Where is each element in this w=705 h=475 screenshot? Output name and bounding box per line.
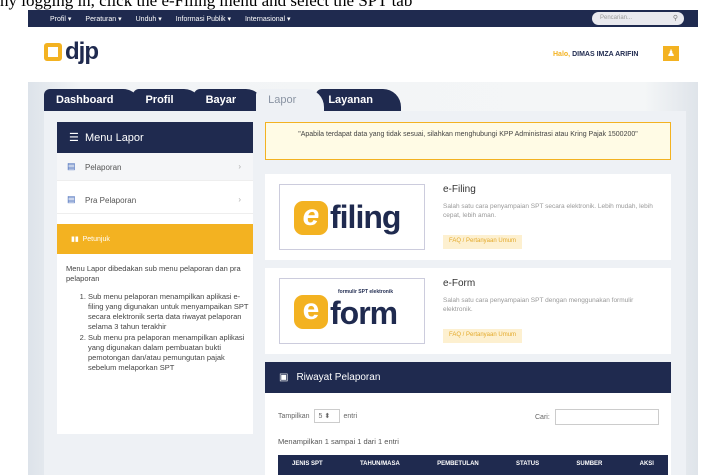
column-header-aksi[interactable]: AKSI [640, 461, 654, 475]
column-header-status[interactable]: STATUS [516, 461, 539, 475]
chevron-right-icon: › [238, 162, 241, 171]
column-header-jenis-spt[interactable]: JENIS SPT [292, 461, 323, 475]
petunjuk-header: ▮▮ Petunjuk [57, 224, 253, 254]
efiling-faq-button[interactable]: FAQ / Pertanyaan Umum [443, 235, 523, 249]
efiling-e-icon: e [294, 201, 328, 235]
eform-logo[interactable]: e formulir SPT elektronik form [279, 278, 425, 344]
sidebar-item-label: Pelaporan [85, 163, 122, 172]
main-tabs: Dashboard Profil Bayar Lapor Layanan [44, 89, 401, 111]
document-icon: ▤ [67, 194, 76, 204]
petunjuk-steps: Sub menu pelaporan menampilkan aplikasi … [80, 292, 250, 374]
petunjuk-intro: Menu Lapor dibedakan sub menu pelaporan … [66, 264, 241, 283]
table-search-label: Cari: [535, 413, 550, 421]
show-label: Tampilkan [278, 412, 310, 420]
tab-profil[interactable]: Profil [133, 89, 202, 111]
chevron-right-icon: › [238, 195, 241, 204]
user-greeting: Halo, DIMAS IMZA ARIFIN [553, 51, 638, 58]
riwayat-header: ▣ Riwayat Pelaporan [265, 362, 671, 393]
caption-text: ny logging in, click the e-Filing menu a… [0, 0, 413, 10]
top-navigation-bar: Profil ▾ Peraturan ▾ Unduh ▾ Informasi P… [28, 10, 698, 27]
table-info: Menampilkan 1 sampai 1 dari 1 entri [278, 437, 399, 446]
column-header-tahun-masa[interactable]: TAHUN/MASA [360, 461, 400, 475]
riwayat-title: Riwayat Pelaporan [296, 372, 381, 383]
sidebar-item-label: Pra Pelaporan [85, 196, 137, 205]
petunjuk-step: Sub menu pelaporan menampilkan aplikasi … [88, 292, 250, 332]
top-menu-peraturan[interactable]: Peraturan ▾ [85, 15, 121, 23]
tab-lapor[interactable]: Lapor [256, 89, 325, 111]
djp-logo[interactable]: djp [44, 38, 99, 66]
tab-layanan[interactable]: Layanan [316, 89, 401, 111]
logo-text: djp [65, 38, 99, 65]
search-placeholder: Pencarian... [600, 15, 633, 21]
table-header: JENIS SPT TAHUN/MASA PEMBETULAN STATUS S… [278, 455, 668, 475]
select-arrows-icon: ⬍ [324, 413, 331, 420]
tab-bayar[interactable]: Bayar [193, 89, 265, 111]
petunjuk-step: Sub menu pra pelaporan menampilkan aplik… [88, 333, 250, 373]
column-header-pembetulan[interactable]: PEMBETULAN [437, 461, 479, 475]
logo-mark-icon [44, 43, 62, 61]
instruction-caption: ny logging in, click the e-Filing menu a… [0, 0, 705, 10]
document-icon: ▤ [67, 161, 76, 171]
page-size-value: 5 [318, 413, 323, 420]
search-icon[interactable]: ⚲ [673, 14, 678, 22]
eform-faq-button[interactable]: FAQ / Pertanyaan Umum [443, 329, 523, 343]
eform-card: e formulir SPT elektronik form e-Form Sa… [265, 268, 671, 354]
eform-logo-word: form [330, 295, 398, 331]
calendar-icon: ▣ [279, 372, 289, 383]
page-size-select[interactable]: 5 ⬍ [313, 409, 340, 423]
sidebar-item-pra-pelaporan[interactable]: ▤ Pra Pelaporan › [57, 186, 253, 214]
top-menu-informasi-publik[interactable]: Informasi Publik ▾ [176, 15, 231, 23]
greeting-text: Halo, [553, 51, 571, 58]
efiling-card: e filing e-Filing Salah satu cara penyam… [265, 174, 671, 260]
efiling-logo[interactable]: e filing [279, 184, 425, 250]
page-size-control: Tampilkan 5 ⬍ entri [278, 409, 357, 423]
efiling-desc: Salah satu cara penyampaian SPT secara e… [443, 203, 653, 219]
eform-e-icon: e [294, 295, 328, 329]
notice-banner: "Apabila terdapat data yang tidak sesuai… [265, 122, 671, 160]
efiling-title: e-Filing [443, 184, 476, 195]
eform-title: e-Form [443, 278, 476, 289]
tab-dashboard[interactable]: Dashboard [44, 89, 142, 111]
top-menu-internasional[interactable]: Internasional ▾ [245, 15, 291, 23]
user-name: DIMAS IMZA ARIFIN [572, 51, 639, 58]
sidebar-item-pelaporan[interactable]: ▤ Pelaporan › [57, 153, 253, 181]
top-menu: Profil ▾ Peraturan ▾ Unduh ▾ Informasi P… [28, 15, 291, 23]
efiling-logo-word: filing [330, 199, 401, 235]
menu-hamburger-icon: ☰ [69, 132, 79, 144]
table-search-input[interactable] [554, 409, 659, 425]
column-header-sumber[interactable]: SUMBER [576, 461, 602, 475]
sidebar-title: Menu Lapor [85, 132, 144, 144]
eform-desc: Salah satu cara penyampaian SPT dengan m… [443, 297, 634, 313]
top-menu-profil[interactable]: Profil ▾ [50, 15, 71, 23]
sidebar-header: ☰ Menu Lapor [57, 122, 253, 153]
petunjuk-label: Petunjuk [82, 236, 110, 243]
table-search: Cari: [535, 409, 659, 425]
search-input[interactable]: Pencarian... ⚲ [592, 12, 684, 25]
entries-label: entri [343, 412, 358, 420]
user-avatar-icon[interactable]: ♟ [663, 46, 679, 61]
top-menu-unduh[interactable]: Unduh ▾ [136, 15, 162, 23]
info-icon: ▮▮ [71, 236, 79, 243]
